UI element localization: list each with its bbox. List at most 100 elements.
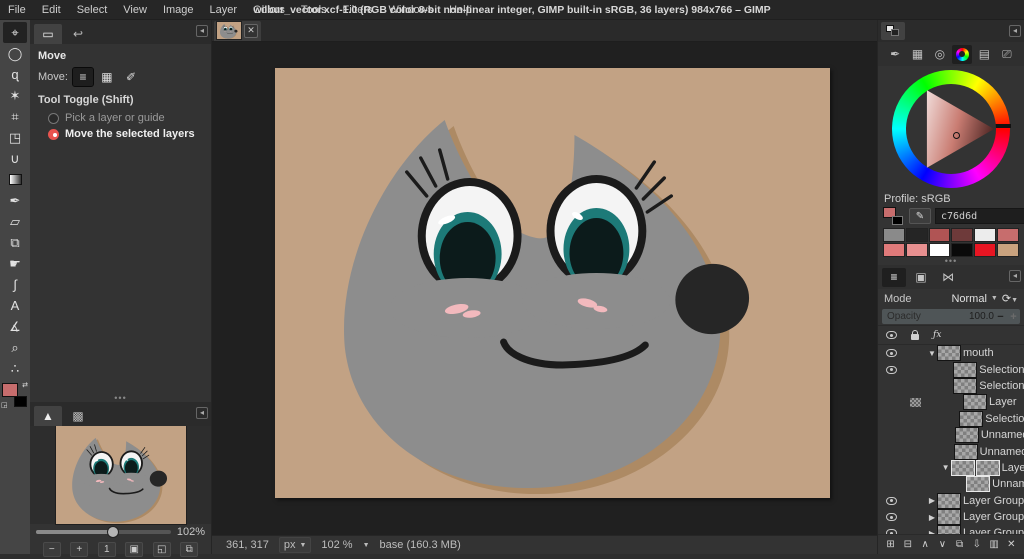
crop-tool[interactable]: ⌗ [3,106,27,127]
menu-windows[interactable]: Windows [380,0,441,20]
menu-view[interactable]: View [115,0,155,20]
bucket-fill-tool[interactable]: ∪ [3,148,27,169]
radio-icon[interactable] [48,113,59,124]
eye-icon[interactable] [886,529,897,534]
shrink-wrap-button[interactable]: ⧉ [180,542,198,557]
fit-image-button[interactable]: ▣ [125,542,143,557]
canvas-image[interactable] [275,68,830,498]
opacity-decrement[interactable]: − [994,311,1007,323]
layer-row[interactable]: ▶Layer Group #7 [878,525,1024,534]
visibility-cell[interactable] [878,366,904,374]
color-wheel-area[interactable] [878,66,1024,192]
palette-swatch[interactable] [974,228,996,242]
clone-tool[interactable]: ⧉ [3,232,27,253]
palette-swatch[interactable] [929,243,951,257]
hex-color-input[interactable] [935,208,1024,224]
brushes-tab[interactable]: ✒ [885,45,905,64]
visibility-cell[interactable] [878,349,904,357]
mode-switch-icon[interactable]: ⟳▼ [1002,292,1018,305]
move-option-1[interactable]: Move the selected layers [48,128,203,140]
close-icon[interactable]: ✕ [244,24,258,38]
expander-open-icon[interactable]: ▼ [926,349,938,358]
navigation-zoom-slider[interactable] [36,530,171,534]
palettes-tab[interactable]: ▤ [974,45,994,64]
zoom-in-button[interactable]: + [70,542,88,557]
merge-down-button[interactable]: ⇩ [969,537,984,552]
add-mask-button[interactable]: ▥ [987,537,1002,552]
measure-tool[interactable]: ∡ [3,316,27,337]
move-option-0[interactable]: Pick a layer or guide [48,112,203,124]
zoom-tool[interactable]: ⌕ [3,337,27,358]
layer-row[interactable]: ▶Layer Group #1 [878,509,1024,525]
dock-menu-icon[interactable]: ◂ [1009,25,1021,37]
move-layer-mode[interactable]: ≡ [73,68,93,86]
menu-filters[interactable]: Filters [335,0,381,20]
new-group-button[interactable]: ⊟ [900,537,915,552]
fill-window-button[interactable]: ◱ [153,542,171,557]
channels-tab[interactable]: ▣ [909,268,933,287]
eye-icon[interactable] [886,513,897,521]
menu-tools[interactable]: Tools [293,0,335,20]
zoom-1-1-button[interactable]: 1 [98,542,116,557]
paintbrush-tool[interactable]: ✒ [3,190,27,211]
menu-layer[interactable]: Layer [202,0,246,20]
palette-swatch[interactable] [997,243,1019,257]
free-select-tool[interactable]: ɋ [3,64,27,85]
opacity-slider[interactable]: Opacity 100.0 − + [882,309,1020,324]
dock-menu-icon[interactable]: ◂ [196,25,208,37]
eye-icon[interactable] [886,349,897,357]
delete-layer-button[interactable]: ✕ [1004,537,1019,552]
eye-icon[interactable] [886,497,897,505]
new-layer-button[interactable]: ⊞ [883,537,898,552]
move-path-mode[interactable]: ✐ [121,68,141,86]
lock-header-icon[interactable] [911,334,919,340]
navigation-tab[interactable]: ▲ [34,406,62,426]
background-color-swatch[interactable] [14,396,27,407]
image-tab[interactable]: ✕ [214,21,261,41]
opacity-increment[interactable]: + [1007,311,1020,323]
edit-color-button[interactable]: ✎ [909,208,931,224]
patterns-tab[interactable]: ▦ [907,45,927,64]
menu-select[interactable]: Select [69,0,116,20]
layer-row[interactable]: Unnamed #19 [878,443,1024,459]
layer-row[interactable]: ▶Layer Group #6 [878,493,1024,509]
expander-closed-icon[interactable]: ▶ [926,496,938,505]
move-tool[interactable]: ⌖ [3,22,27,43]
layer-row[interactable]: Layer [878,394,1024,410]
visibility-header-icon[interactable] [886,331,897,339]
paths-tool[interactable]: ∫ [3,274,27,295]
foreground-color-swatch[interactable] [2,383,18,397]
eye-icon[interactable] [886,366,897,374]
gradients-tab[interactable]: ◎ [930,45,950,64]
menu-image[interactable]: Image [155,0,202,20]
visibility-cell[interactable] [878,529,904,534]
transform-tool[interactable]: ◳ [3,127,27,148]
layer-row[interactable]: ▼Layer Gr [878,460,1024,476]
dock-splitter[interactable]: ••• [878,258,1024,265]
expander-closed-icon[interactable]: ▶ [926,513,938,522]
fg-bg-swatches[interactable] [883,207,905,225]
menu-file[interactable]: File [0,0,34,20]
layer-row[interactable]: Selection copy [878,378,1024,394]
palette-swatch[interactable] [951,243,973,257]
colors-tab[interactable] [952,45,972,64]
fg-bg-editor-tab[interactable] [881,22,905,40]
tool-options-tab[interactable]: ▭ [34,24,62,44]
undo-history-tab[interactable]: ↩ [64,24,92,44]
layer-row[interactable]: ▼mouth [878,345,1024,361]
gradient-tool[interactable] [3,169,27,190]
palette-swatch[interactable] [974,243,996,257]
visibility-cell[interactable] [878,497,904,505]
zoom-out-button[interactable]: − [43,542,61,557]
navigation-preview-image[interactable] [56,426,186,524]
eraser-tool[interactable]: ▱ [3,211,27,232]
palette-swatch[interactable] [906,243,928,257]
menu-help[interactable]: Help [441,0,480,20]
layer-row[interactable]: Unnamed #2 [878,427,1024,443]
smudge-tool[interactable]: ☛ [3,253,27,274]
menu-colors[interactable]: Colors [245,0,293,20]
expander-open-icon[interactable]: ▼ [940,463,952,472]
raise-layer-button[interactable]: ∧ [918,537,933,552]
chevron-down-icon[interactable]: ▼ [991,295,998,302]
dock-splitter[interactable]: ••• [30,395,211,402]
